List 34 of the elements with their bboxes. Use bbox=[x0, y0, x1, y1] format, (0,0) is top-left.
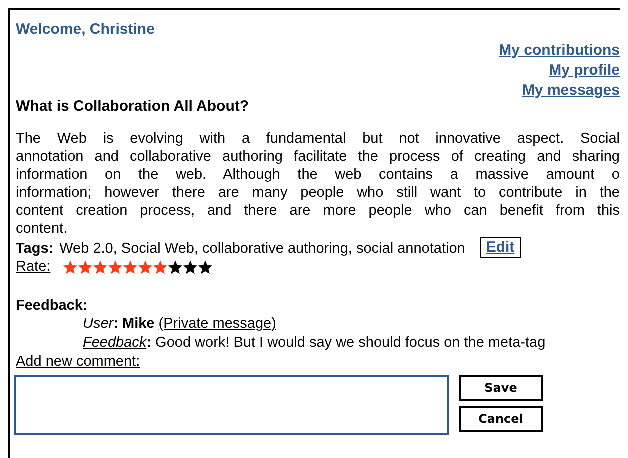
star-icon bbox=[62, 260, 78, 274]
nav-link[interactable]: My profile bbox=[549, 61, 620, 81]
star-icon bbox=[108, 260, 123, 274]
feedback-heading: Feedback: bbox=[16, 297, 89, 315]
paragraph-line: annotation and collaborative authoring facilitate the process of creating and sharing bbox=[16, 148, 620, 166]
nav-link[interactable]: My contributions bbox=[499, 41, 620, 61]
star-icon bbox=[152, 260, 168, 274]
feedback-text: Feedback: Good work! But I would say we should focus on the meta-tag bbox=[82, 334, 547, 353]
rate-link[interactable]: Rate: bbox=[16, 258, 51, 276]
tags-value: Web 2.0, Social Web, collaborative authoring, social annotation bbox=[60, 240, 466, 258]
paragraph-line: content creation process, and there are more people who can benefit from this bbox=[16, 202, 620, 220]
form-button[interactable]: Save bbox=[459, 375, 543, 401]
paragraph-line: content. bbox=[16, 220, 69, 238]
edit-button[interactable]: Edit bbox=[480, 237, 521, 258]
star-icon bbox=[182, 260, 198, 274]
paragraph-line: information; however there are many people who still want to contribute in the bbox=[16, 184, 620, 202]
private-message-link[interactable]: (Private message) bbox=[158, 316, 276, 332]
add-comment-link[interactable]: Add new comment: bbox=[16, 353, 140, 371]
star-icon bbox=[78, 260, 93, 274]
article-heading: What is Collaboration All About? bbox=[16, 97, 250, 117]
star-icon bbox=[122, 260, 138, 274]
welcome-title: Welcome, Christine bbox=[16, 20, 156, 40]
form-button[interactable]: Cancel bbox=[459, 406, 543, 432]
star-rating[interactable] bbox=[62, 260, 213, 274]
star-icon bbox=[198, 260, 213, 274]
star-icon bbox=[138, 260, 153, 274]
comment-field[interactable] bbox=[14, 375, 449, 435]
star-icon bbox=[168, 260, 183, 274]
paragraph-line: information on the web. Although the web contains a massive amount o bbox=[16, 166, 620, 184]
nav-link[interactable]: My messages bbox=[522, 81, 620, 101]
star-icon bbox=[92, 260, 108, 274]
paragraph-line: The Web is evolving with a fundamental but not innovative aspect. Social bbox=[16, 130, 620, 148]
feedback-user-line: User: Mike (Private message) bbox=[82, 315, 278, 334]
tags-label: Tags: bbox=[16, 240, 54, 258]
